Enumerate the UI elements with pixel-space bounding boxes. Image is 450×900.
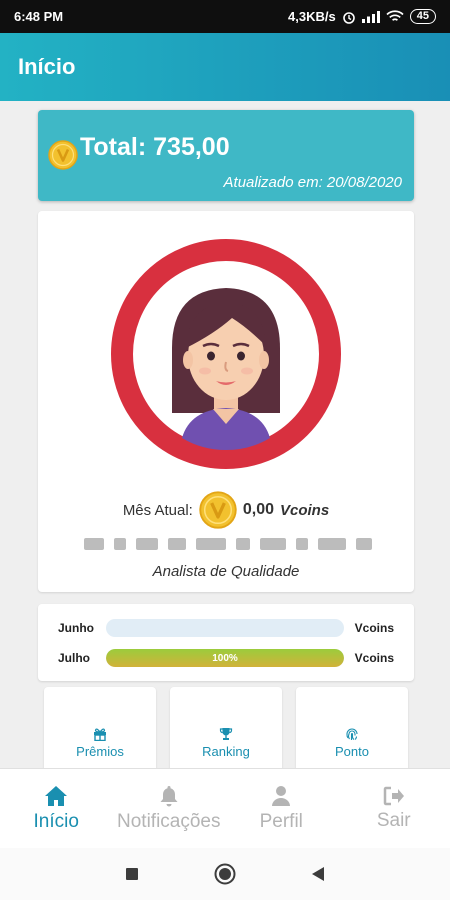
alarm-icon [342,11,355,24]
trophy-icon [219,728,233,740]
bell-icon [160,785,178,806]
app-bar: Início [0,33,450,101]
progress-row-julho: Julho 100% Vcoins [58,648,394,668]
nav-label: Perfil [259,810,303,832]
tile-label: Ponto [335,744,369,759]
main-content[interactable]: Total: 735,00 Atualizado em: 20/08/2020 [0,101,450,768]
home-button-icon[interactable] [214,863,236,885]
tile-ranking[interactable]: Ranking [170,687,282,768]
system-navigation-bar [0,848,450,900]
blurred-user-name [84,537,374,551]
nav-inicio[interactable]: Início [0,769,113,848]
current-month-label: Mês Atual: [122,501,193,519]
fingerprint-icon [346,728,358,740]
progress-track: 100% [106,649,344,667]
coin-icon [48,140,78,170]
network-speed: 4,3KB/s [288,9,336,24]
progress-fill: 100% [106,649,344,667]
current-month-value: 0,00 [242,501,274,518]
user-role: Analista de Qualidade [152,563,300,580]
gift-icon [94,728,106,742]
avatar [111,239,341,469]
progress-track [106,619,344,637]
progress-month-label: Julho [58,651,90,665]
page-title: Início [18,54,76,79]
nav-label: Sair [376,809,411,831]
status-time: 6:48 PM [14,9,64,24]
tile-label: Prêmios [76,744,124,759]
recents-icon[interactable] [125,867,139,881]
tile-premios[interactable]: Prêmios [44,687,156,768]
nav-perfil[interactable]: Perfil [225,769,338,848]
bottom-navigation: Início Notificações Perfil Sair [0,768,450,848]
progress-unit: Vcoins [354,651,394,665]
user-icon [272,785,291,806]
logout-icon [383,786,404,805]
battery-indicator: 45 [409,9,436,24]
tile-label: Ranking [202,744,250,759]
nav-label: Início [33,810,79,832]
tile-ponto[interactable]: Ponto [296,687,408,768]
signal-icon [361,10,380,23]
home-icon [45,785,68,806]
wifi-icon [386,10,404,21]
current-month-unit: Vcoins [280,501,330,519]
progress-unit: Vcoins [354,621,394,635]
status-bar: 6:48 PM 4,3KB/s 45 [0,0,450,33]
nav-notificacoes[interactable]: Notificações [113,769,226,848]
status-indicators: 4,3KB/s 45 [288,9,436,24]
progress-month-label: Junho [58,621,94,635]
back-icon[interactable] [311,866,325,882]
current-month-row: Mês Atual: 0,00 Vcoins [38,491,414,529]
last-updated-text: Atualizado em: 20/08/2020 [223,174,402,191]
coin-icon [199,491,237,529]
progress-row-junho: Junho Vcoins [58,618,394,638]
nav-label: Notificações [117,810,221,832]
total-balance: Total: 735,00 [80,133,230,161]
monthly-progress-card: Junho Vcoins Julho 100% Vcoins [38,604,414,681]
profile-card: Mês Atual: 0,00 Vcoins Analista de Quali… [38,211,414,592]
nav-sair[interactable]: Sair [338,769,450,848]
total-balance-card: Total: 735,00 Atualizado em: 20/08/2020 [38,110,414,201]
